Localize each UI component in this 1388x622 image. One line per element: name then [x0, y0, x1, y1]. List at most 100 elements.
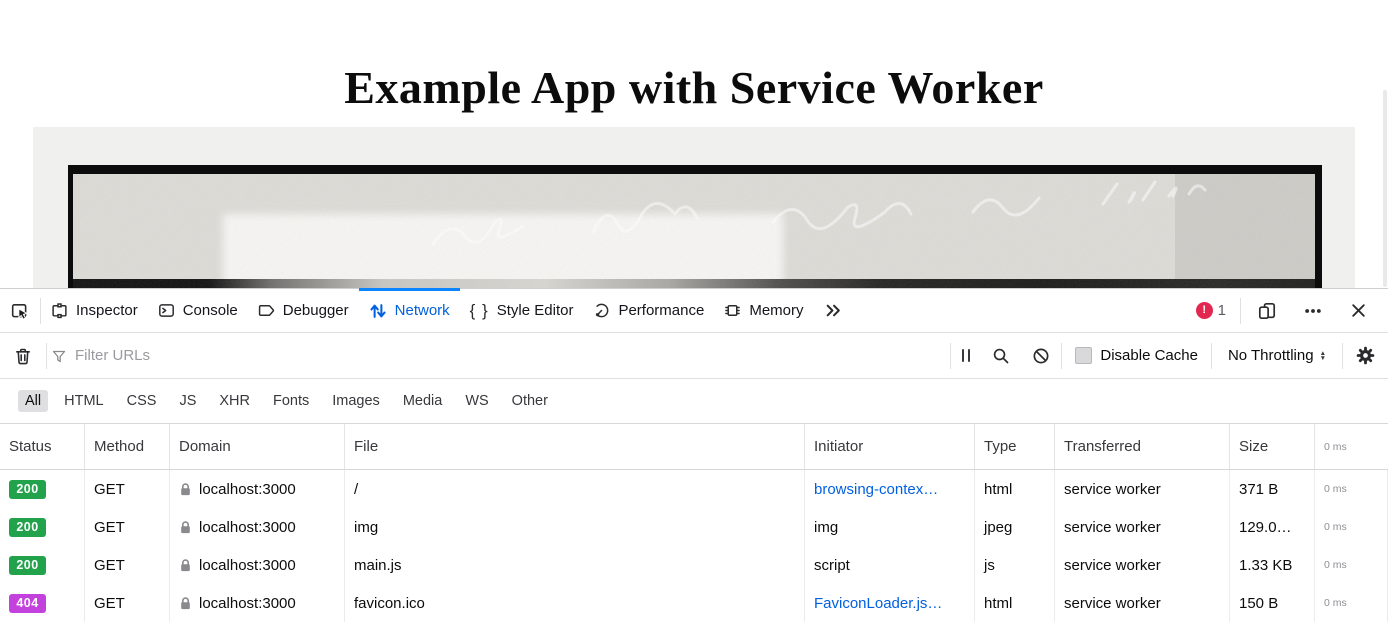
filter-pill[interactable]: Other [505, 390, 555, 412]
column-header-status[interactable]: Status [0, 424, 85, 469]
size-cell: 150 B [1230, 584, 1315, 622]
column-header-timeline[interactable]: 0 ms [1315, 424, 1388, 469]
timeline-cell: 0 ms [1315, 508, 1388, 546]
request-row[interactable]: 200 GET localhost:3000 main.js scri [0, 546, 1388, 584]
tab-memory[interactable]: Memory [714, 289, 813, 332]
type-cell: jpeg [975, 508, 1055, 546]
filter-pill[interactable]: HTML [57, 390, 110, 412]
block-icon [1032, 347, 1050, 365]
request-row[interactable]: 200 GET localhost:3000 / browsing-c [0, 470, 1388, 508]
debugger-icon [258, 302, 275, 319]
pick-element-button[interactable] [0, 289, 40, 332]
more-tabs-button[interactable] [814, 289, 853, 332]
throttling-value: No Throttling [1228, 347, 1314, 364]
column-header-type[interactable]: Type [975, 424, 1055, 469]
tab-label: Performance [618, 302, 704, 319]
filter-pill[interactable]: WS [458, 390, 495, 412]
close-devtools-button[interactable] [1339, 302, 1378, 319]
initiator-cell[interactable]: img [805, 508, 975, 546]
column-header-file[interactable]: File [345, 424, 805, 469]
funnel-icon [51, 348, 67, 364]
tab-label: Debugger [283, 302, 349, 319]
filter-urls-placeholder: Filter URLs [75, 347, 150, 364]
disable-cache-control: Disable Cache [1062, 347, 1211, 364]
tab-debugger[interactable]: Debugger [248, 289, 359, 332]
tab-label: Style Editor [497, 302, 574, 319]
photo-image [68, 165, 1322, 288]
transferred-cell: service worker [1055, 546, 1230, 584]
size-cell: 1.33 KB [1230, 546, 1315, 584]
column-header-transferred[interactable]: Transferred [1055, 424, 1230, 469]
block-requests-button[interactable] [1021, 347, 1061, 365]
initiator-cell[interactable]: browsing-contex… [805, 470, 975, 508]
pick-element-icon [11, 302, 29, 320]
method-cell: GET [85, 470, 170, 508]
requests-table-header: Status Method Domain File Initiator Type… [0, 424, 1388, 470]
transferred-cell: service worker [1055, 470, 1230, 508]
devtools-panel: Inspector Console Debugger [0, 288, 1388, 622]
domain-cell: localhost:3000 [170, 546, 345, 584]
filter-pill[interactable]: JS [172, 390, 203, 412]
method-cell: GET [85, 546, 170, 584]
responsive-design-mode-button[interactable] [1247, 302, 1287, 320]
initiator-cell[interactable]: FaviconLoader.js… [805, 584, 975, 622]
devtools-menu-button[interactable] [1293, 302, 1333, 320]
page-title: Example App with Service Worker [0, 61, 1388, 114]
filter-pill[interactable]: All [18, 390, 48, 412]
request-row[interactable]: 404 GET localhost:3000 favicon.ico [0, 584, 1388, 622]
file-cell: favicon.ico [345, 584, 805, 622]
close-icon [1350, 302, 1367, 319]
request-row[interactable]: 200 GET localhost:3000 img img [0, 508, 1388, 546]
network-icon [369, 302, 387, 320]
column-header-size[interactable]: Size [1230, 424, 1315, 469]
timeline-cell: 0 ms [1315, 546, 1388, 584]
filter-pill[interactable]: CSS [120, 390, 164, 412]
select-arrows-icon: ▲▼ [1320, 351, 1326, 361]
throttling-select[interactable]: No Throttling ▲▼ [1212, 347, 1342, 364]
pause-icon [962, 349, 970, 362]
error-count-button[interactable]: ! 1 [1188, 302, 1234, 319]
disable-cache-checkbox[interactable] [1075, 347, 1092, 364]
column-header-initiator[interactable]: Initiator [805, 424, 975, 469]
tab-performance[interactable]: Performance [583, 289, 714, 332]
performance-icon [593, 302, 610, 319]
file-cell: img [345, 508, 805, 546]
filter-pill[interactable]: Fonts [266, 390, 316, 412]
tab-network[interactable]: Network [359, 289, 460, 332]
search-button[interactable] [981, 347, 1021, 365]
file-cell: / [345, 470, 805, 508]
filter-urls-input[interactable]: Filter URLs [47, 333, 950, 378]
lock-icon [179, 482, 192, 496]
tab-label: Network [395, 302, 450, 319]
tab-label: Inspector [76, 302, 138, 319]
timeline-cell: 0 ms [1315, 584, 1388, 622]
column-header-domain[interactable]: Domain [170, 424, 345, 469]
status-badge: 200 [9, 480, 46, 499]
tab-inspector[interactable]: Inspector [41, 289, 148, 332]
page-scrollbar[interactable] [1383, 90, 1387, 287]
error-count: 1 [1218, 302, 1226, 319]
tab-console[interactable]: Console [148, 289, 248, 332]
tab-label: Console [183, 302, 238, 319]
trash-icon [14, 347, 32, 365]
transferred-cell: service worker [1055, 508, 1230, 546]
responsive-design-icon [1258, 302, 1276, 320]
domain-cell: localhost:3000 [170, 584, 345, 622]
network-settings-button[interactable] [1343, 346, 1388, 365]
pause-traffic-button[interactable] [951, 349, 981, 362]
style-editor-icon: { } [470, 301, 489, 321]
clear-requests-button[interactable] [0, 347, 46, 365]
type-cell: js [975, 546, 1055, 584]
filter-pill[interactable]: Media [396, 390, 450, 412]
chevron-double-right-icon [825, 302, 842, 319]
method-cell: GET [85, 508, 170, 546]
tab-style-editor[interactable]: { } Style Editor [460, 289, 584, 332]
column-header-method[interactable]: Method [85, 424, 170, 469]
lock-icon [179, 596, 192, 610]
filter-pill[interactable]: Images [325, 390, 387, 412]
filter-pill[interactable]: XHR [212, 390, 257, 412]
timeline-cell: 0 ms [1315, 470, 1388, 508]
error-icon: ! [1196, 302, 1213, 319]
initiator-cell[interactable]: script [805, 546, 975, 584]
meatball-menu-icon [1304, 302, 1322, 320]
